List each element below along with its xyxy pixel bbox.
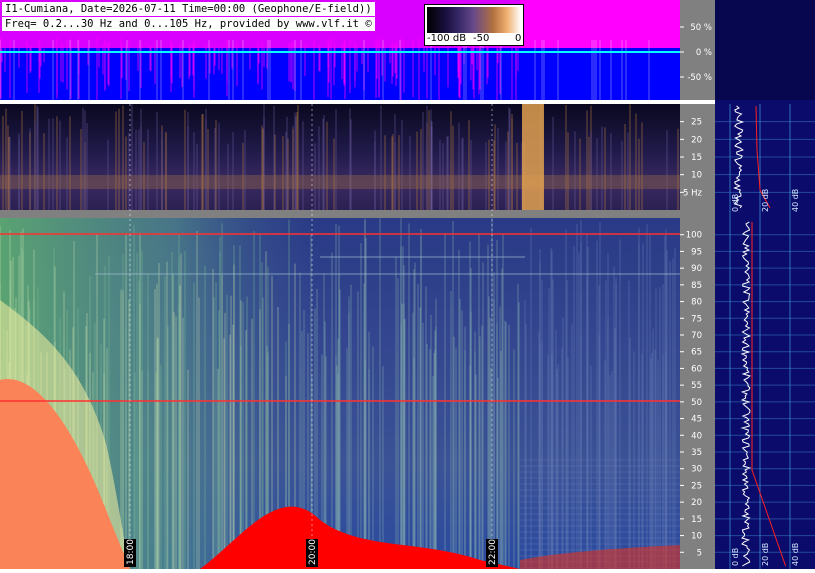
- colorbar-gradient: [427, 7, 521, 33]
- vlf-spectrogram-display: 18:00 20:00 22:00 50 % 0 % -50 % 25 20 15 10 5 Hz…: [0, 0, 815, 569]
- colorbar-label-mid: -50: [473, 33, 490, 44]
- lf-tick-label: 15: [691, 153, 702, 163]
- waveform-tick-label: 0 %: [696, 48, 712, 58]
- lf-tick-label: 5 Hz: [683, 188, 703, 198]
- hf-tick-label: 10: [691, 532, 702, 542]
- waveform-tick-label: 50 %: [690, 23, 712, 33]
- lf-tick-label: 10: [691, 171, 702, 181]
- time-label: 18:00: [126, 539, 136, 565]
- hf-tick-label: 80: [691, 298, 702, 308]
- side-spectrum-tick-label: 20 dB: [761, 543, 770, 566]
- side-spectrum-tick-label: 0 dB: [731, 194, 740, 212]
- lf-tick-label: 20: [691, 135, 702, 145]
- hf-tick-label: 20: [691, 498, 702, 508]
- lf-tick-label: 25: [691, 118, 702, 128]
- hf-tick-label: 25: [691, 481, 702, 491]
- hf-tick-label: 5: [697, 548, 702, 558]
- hf-tick-label: 35: [691, 448, 702, 458]
- frequency-range-line: Freq= 0.2...30 Hz and 0...105 Hz, provid…: [2, 17, 375, 31]
- hf-tick-label: 50: [691, 398, 702, 408]
- side-spectrum-tick-label: 20 dB: [761, 189, 770, 212]
- colorbar: -100 dB -50 0: [424, 4, 524, 46]
- hf-tick-label: 60: [691, 364, 702, 374]
- time-label: 22:00: [488, 539, 498, 565]
- colorbar-label-max: 0: [515, 33, 522, 44]
- time-label: 20:00: [308, 539, 318, 565]
- hf-tick-label: 70: [691, 331, 702, 341]
- hf-tick-label: 55: [691, 381, 702, 391]
- hf-tick-label: 100: [686, 231, 702, 241]
- hf-tick-label: 15: [691, 515, 702, 525]
- hf-tick-label: 85: [691, 281, 702, 291]
- colorbar-label-min: -100 dB: [427, 33, 467, 44]
- hf-tick-label: 40: [691, 431, 702, 441]
- hf-tick-label: 75: [691, 314, 702, 324]
- side-spectrum-tick-label: 0 dB: [731, 548, 740, 566]
- side-spectrum-tick-label: 40 dB: [791, 543, 800, 566]
- hf-tick-label: 95: [691, 247, 702, 257]
- hf-tick-label: 90: [691, 264, 702, 274]
- side-spectrum-tick-label: 40 dB: [791, 189, 800, 212]
- waveform-tick-label: -50 %: [687, 73, 712, 83]
- hf-tick-label: 45: [691, 415, 702, 425]
- spectrogram-chart: 18:00 20:00 22:00 50 % 0 % -50 % 25 20 15 10 5 Hz…: [0, 0, 815, 569]
- low-frequency-spectrogram: [0, 104, 680, 210]
- title-line: I1-Cumiana, Date=2026-07-11 Time=00:00 (…: [2, 2, 375, 16]
- hf-tick-label: 30: [691, 465, 702, 475]
- hf-tick-label: 65: [691, 348, 702, 358]
